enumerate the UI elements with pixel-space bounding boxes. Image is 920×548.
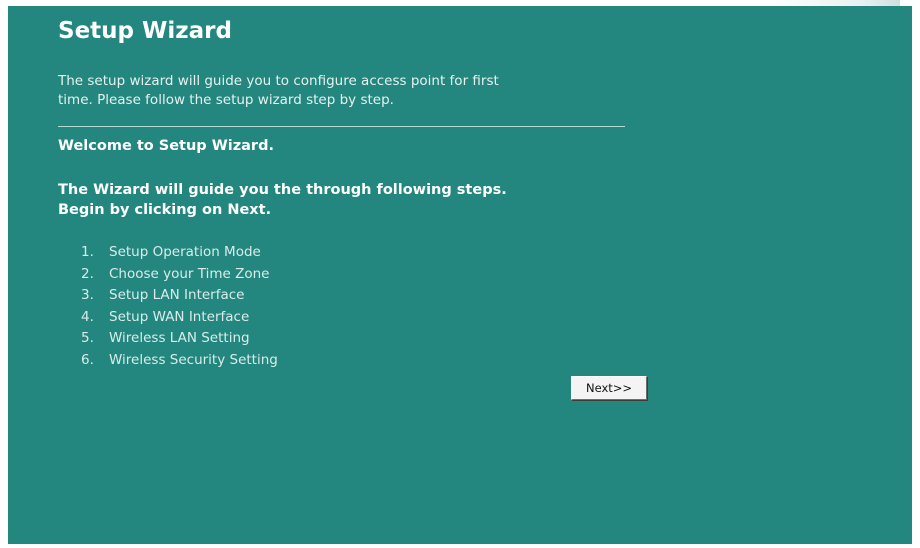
step-item-lan-interface: 3. Setup LAN Interface <box>81 285 278 307</box>
step-number: 4. <box>81 308 94 325</box>
step-number: 5. <box>81 330 94 347</box>
step-item-wireless-lan: 5. Wireless LAN Setting <box>81 328 278 350</box>
step-label: Wireless LAN Setting <box>109 330 250 347</box>
step-label: Wireless Security Setting <box>109 351 278 368</box>
step-label: Choose your Time Zone <box>109 265 270 282</box>
step-number: 2. <box>81 265 94 282</box>
step-item-wan-interface: 4. Setup WAN Interface <box>81 307 278 329</box>
page-frame: Setup Wizard The setup wizard will guide… <box>0 0 920 548</box>
step-item-operation-mode: 1. Setup Operation Mode <box>81 242 278 264</box>
guide-line-1: The Wizard will guide you the through fo… <box>58 182 507 198</box>
intro-line-2: time. Please follow the setup wizard ste… <box>58 92 394 108</box>
step-label: Setup LAN Interface <box>109 287 245 304</box>
next-button[interactable]: Next>> <box>571 376 647 400</box>
guide-text: The Wizard will guide you the through fo… <box>58 180 618 220</box>
intro-line-1: The setup wizard will guide you to confi… <box>58 73 499 89</box>
intro-text: The setup wizard will guide you to confi… <box>58 72 618 110</box>
setup-wizard-panel: Setup Wizard The setup wizard will guide… <box>8 6 912 544</box>
step-label: Setup WAN Interface <box>109 308 250 325</box>
step-item-time-zone: 2. Choose your Time Zone <box>81 264 278 286</box>
step-number: 6. <box>81 351 94 368</box>
welcome-heading: Welcome to Setup Wizard. <box>58 138 274 154</box>
guide-line-2: Begin by clicking on Next. <box>58 202 272 218</box>
section-divider <box>58 126 625 127</box>
step-item-wireless-security: 6. Wireless Security Setting <box>81 350 278 372</box>
steps-list: 1. Setup Operation Mode 2. Choose your Tim… <box>81 242 278 372</box>
step-label: Setup Operation Mode <box>109 244 261 260</box>
step-number: 1. <box>81 244 94 260</box>
page-title: Setup Wizard <box>58 18 232 44</box>
step-number: 3. <box>81 287 94 304</box>
